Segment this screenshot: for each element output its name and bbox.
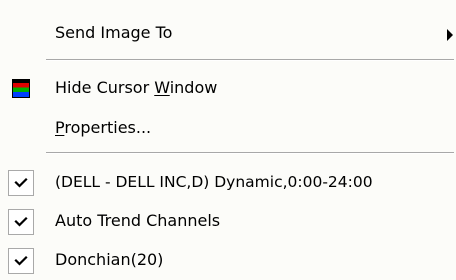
check-box: [8, 248, 34, 274]
menu-item-label: Auto Trend Channels: [55, 211, 221, 230]
check-box: [8, 209, 34, 235]
menu-item-properties[interactable]: Properties...: [0, 110, 456, 148]
checkmark-icon: [14, 216, 28, 227]
menu-item-symbol[interactable]: (DELL - DELL INC,D) Dynamic,0:00-24:00: [0, 164, 456, 202]
checkmark-icon: [14, 255, 28, 266]
menu-item-hide-cursor-window[interactable]: Hide Cursor Window: [0, 70, 456, 108]
menu-item-icon-gutter: [8, 76, 34, 102]
menu-item-donchian[interactable]: Donchian(20): [0, 242, 456, 280]
menu-separator: [46, 152, 454, 154]
menu-item-label: (DELL - DELL INC,D) Dynamic,0:00-24:00: [55, 173, 373, 191]
chevron-right-icon: [447, 29, 453, 41]
menu-item-send-image-to[interactable]: Send Image To: [0, 15, 456, 53]
menu-item-label: Properties...: [55, 118, 151, 138]
menu-item-auto-trend-channels[interactable]: Auto Trend Channels: [0, 203, 456, 241]
checkmark-icon: [14, 177, 28, 188]
menu-item-label: Donchian(20): [55, 250, 164, 269]
cursor-window-icon: [12, 79, 30, 98]
label-text: Hide Cursor: [55, 78, 155, 97]
label-text: roperties...: [64, 118, 152, 137]
accelerator-key: W: [154, 78, 170, 97]
accelerator-key: P: [55, 118, 65, 137]
context-menu: Send Image To Hide Cursor Window Propert…: [0, 0, 456, 280]
check-box: [8, 170, 34, 196]
label-text: indow: [169, 78, 218, 97]
menu-item-label: Hide Cursor Window: [55, 78, 217, 98]
menu-item-label: Send Image To: [55, 23, 173, 42]
menu-separator: [46, 59, 454, 61]
